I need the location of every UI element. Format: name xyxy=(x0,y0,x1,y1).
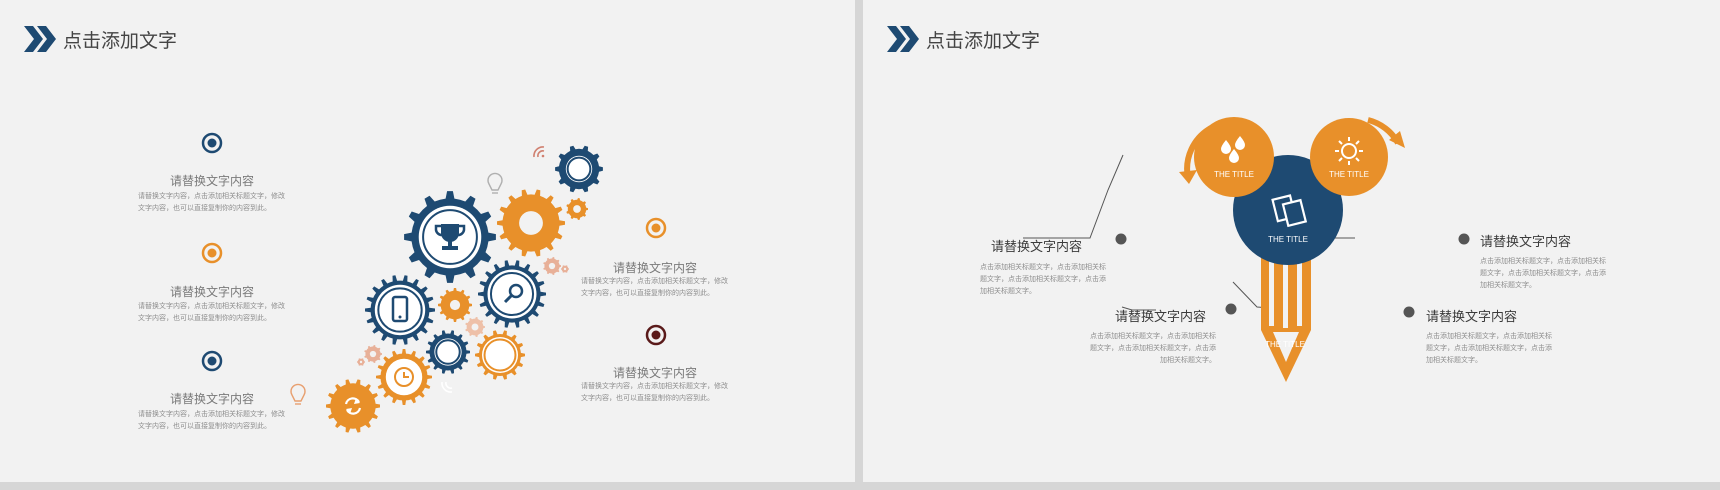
callout: 请替换文字内容 点击添加相关标题文字，点击添加相关标题文字，点击添加相关标题文字… xyxy=(1426,306,1552,366)
connector-dot xyxy=(1225,303,1237,315)
callout-heading: 请替换文字内容 xyxy=(1480,235,1572,250)
circle-title: THE TITLE xyxy=(1329,170,1369,179)
callout: 请替换文字内容 点击添加相关标题文字，点击添加相关标题文字，点击添加相关标题文字… xyxy=(1090,306,1216,366)
circle-title: THE TITLE xyxy=(1268,235,1308,244)
callout-heading: 请替换文字内容 xyxy=(1114,310,1206,325)
callout: 请替换文字内容 点击添加相关标题文字，点击添加相关标题文字，点击添加相关标题文字… xyxy=(1480,231,1606,291)
gear-icon xyxy=(543,257,561,275)
callout-body: 点击添加相关标题文字，点击添加相关标题文字，点击添加相关标题文字，点击添加相关标… xyxy=(980,263,1106,295)
pencil-icon xyxy=(1261,250,1311,382)
gear-icon xyxy=(465,317,485,337)
wifi-icon xyxy=(441,381,453,393)
gear-icon xyxy=(326,379,380,433)
gear-icon xyxy=(566,198,588,220)
connector-dot xyxy=(1403,306,1415,318)
gear-icon xyxy=(555,145,603,193)
lightbulb-icon xyxy=(290,383,306,405)
circle-title: THE TITLE xyxy=(1265,340,1305,349)
gear-icon xyxy=(364,345,382,363)
gear-icon xyxy=(438,288,472,322)
gear-icon xyxy=(357,358,365,366)
callout: 请替换文字内容 点击添加相关标题文字，点击添加相关标题文字，点击添加相关标题文字… xyxy=(980,236,1106,297)
callout-body: 点击添加相关标题文字，点击添加相关标题文字，点击添加相关标题文字，点击添加相关标… xyxy=(1426,332,1552,364)
slide-right: 点击添加文字 THE TITLE THE TITLE THE TITLE THE… xyxy=(863,0,1720,482)
gear-cluster xyxy=(290,145,603,433)
wifi-icon xyxy=(533,146,545,158)
gear-icon xyxy=(475,330,525,380)
connector-dot xyxy=(1458,233,1470,245)
lightbulb-icon xyxy=(487,172,503,194)
gear-icon xyxy=(365,275,435,345)
callout-heading: 请替换文字内容 xyxy=(1426,310,1518,325)
connector-dot xyxy=(1115,233,1127,245)
gear-icon xyxy=(561,265,569,273)
gear-icon xyxy=(497,189,565,257)
callout-body: 点击添加相关标题文字，点击添加相关标题文字，点击添加相关标题文字，点击添加相关标… xyxy=(1480,257,1606,289)
gear-icon xyxy=(426,330,470,374)
callout-heading: 请替换文字内容 xyxy=(990,240,1082,255)
callout-body: 点击添加相关标题文字，点击添加相关标题文字，点击添加相关标题文字，点击添加相关标… xyxy=(1090,332,1216,364)
circle-title: THE TITLE xyxy=(1214,170,1254,179)
slide-left: 点击添加文字 请替换文字内容 请替换文字内容，点击添加相关标题文字，修改文字内容… xyxy=(0,0,855,482)
connector-line xyxy=(1023,154,1124,239)
